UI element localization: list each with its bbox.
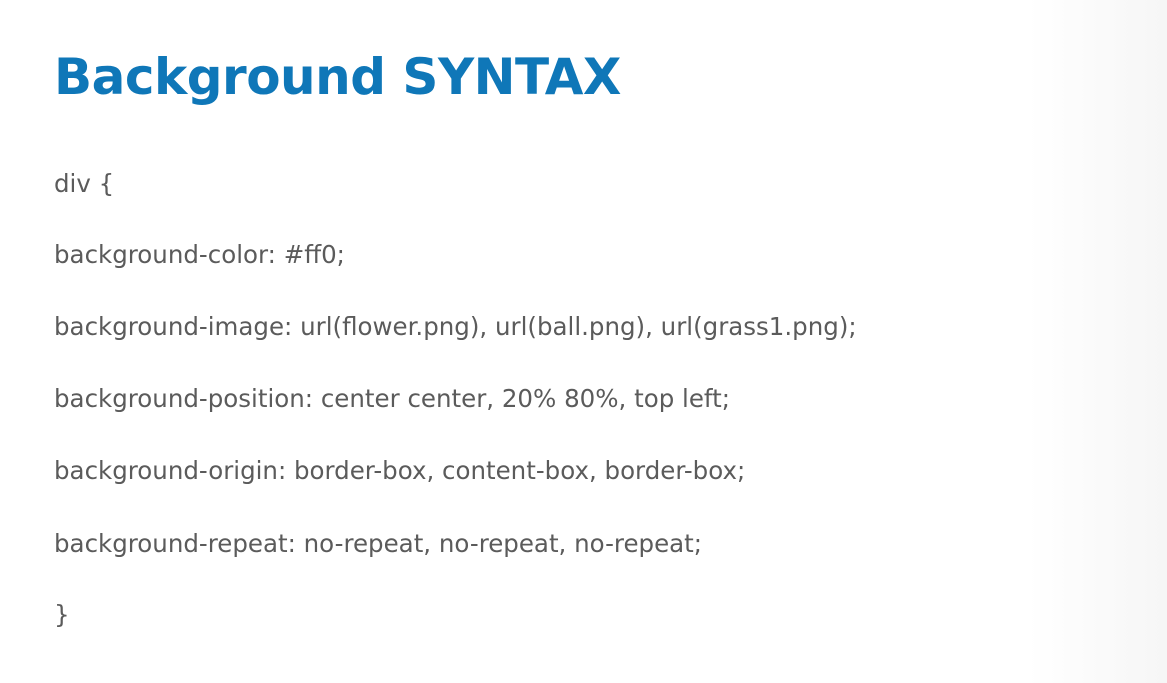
code-line-background-image: background-image: url(flower.png), url(b…: [54, 312, 857, 341]
code-line-selector-close: }: [54, 600, 70, 629]
code-line-background-color: background-color: #ff0;: [54, 240, 345, 269]
slide: Background SYNTAX div { background-color…: [0, 0, 1167, 683]
code-line-background-repeat: background-repeat: no-repeat, no-repeat,…: [54, 529, 703, 558]
code-line-selector-open: div {: [54, 169, 115, 198]
slide-title: Background SYNTAX: [54, 48, 621, 106]
code-line-background-position: background-position: center center, 20% …: [54, 384, 730, 413]
code-line-background-origin: background-origin: border-box, content-b…: [54, 456, 746, 485]
